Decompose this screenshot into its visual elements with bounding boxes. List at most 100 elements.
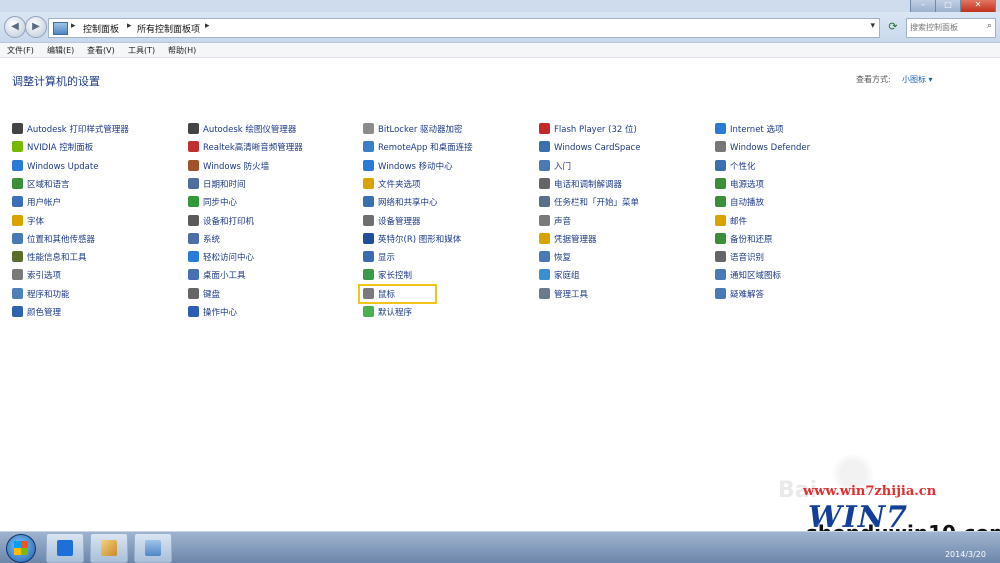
control-panel-item[interactable]: 电源选项	[715, 177, 764, 194]
control-panel-item[interactable]: 声音	[539, 214, 571, 231]
control-panel-item-icon	[715, 251, 726, 263]
back-button[interactable]: ◀	[4, 16, 26, 38]
control-panel-item-icon	[12, 177, 23, 189]
control-panel-item[interactable]: 邮件	[715, 214, 747, 231]
control-panel-item-label: 性能信息和工具	[27, 253, 87, 264]
control-panel-item[interactable]: 程序和功能	[12, 287, 70, 304]
control-panel-item-icon	[188, 251, 199, 263]
control-panel-item-icon	[12, 141, 23, 153]
control-panel-item-icon	[539, 196, 550, 208]
control-panel-item-icon	[188, 141, 199, 153]
control-panel-item[interactable]: 个性化	[715, 159, 756, 176]
control-panel-item[interactable]: NVIDIA 控制面板	[12, 141, 93, 157]
control-panel-item[interactable]: 键盘	[188, 287, 220, 304]
control-panel-item-label: 自动播放	[730, 198, 765, 209]
control-panel-item-label: Flash Player (32 位)	[554, 125, 637, 135]
control-panel-item[interactable]: 通知区域图标	[715, 269, 781, 285]
taskbar-app-1[interactable]	[46, 533, 84, 563]
control-panel-item[interactable]: 网络和共享中心	[363, 196, 438, 212]
breadcrumb-control-panel[interactable]: 控制面板	[83, 22, 119, 35]
control-panel-item[interactable]: 轻松访问中心	[188, 251, 254, 267]
control-panel-item[interactable]: 区域和语言	[12, 177, 70, 194]
control-panel-item[interactable]: 疑难解答	[715, 287, 764, 304]
control-panel-item[interactable]: 同步中心	[188, 196, 237, 212]
control-panel-item-icon	[188, 177, 199, 189]
control-panel-item[interactable]: Windows Update	[12, 159, 98, 176]
control-panel-item[interactable]: 管理工具	[539, 287, 588, 304]
search-input[interactable]	[907, 19, 982, 35]
control-panel-item[interactable]: 设备和打印机	[188, 214, 254, 231]
refresh-icon[interactable]: ⟳	[884, 18, 902, 36]
menu-tools[interactable]: 工具(T)	[128, 45, 155, 56]
menu-edit[interactable]: 编辑(E)	[47, 45, 74, 56]
control-panel-item[interactable]: 性能信息和工具	[12, 251, 87, 267]
control-panel-item[interactable]: Realtek高清晰音频管理器	[188, 141, 303, 157]
search-icon[interactable]: ⌕	[987, 21, 992, 31]
control-panel-item-icon	[715, 196, 726, 208]
control-panel-item-icon	[715, 287, 726, 299]
control-panel-item[interactable]: 设备管理器	[363, 214, 421, 231]
taskbar-control-panel[interactable]	[134, 533, 172, 563]
control-panel-item[interactable]: 用户帐户	[12, 196, 61, 212]
control-panel-item-label: 桌面小工具	[203, 271, 246, 282]
control-panel-item-label: 英特尔(R) 图形和媒体	[378, 234, 462, 245]
taskbar: 2014/3/20	[0, 531, 1000, 563]
breadcrumb-all-items[interactable]: 所有控制面板项	[137, 22, 200, 35]
control-panel-item[interactable]: 家庭组	[539, 269, 580, 285]
control-panel-item[interactable]: 桌面小工具	[188, 269, 246, 285]
control-panel-item[interactable]: 索引选项	[12, 269, 61, 285]
control-panel-item-icon	[188, 269, 199, 281]
control-panel-item-icon	[363, 196, 374, 208]
control-panel-item[interactable]: 显示	[363, 251, 395, 267]
control-panel-item[interactable]: Windows 移动中心	[363, 159, 453, 176]
view-by-dropdown[interactable]: 小图标 ▾	[902, 74, 933, 85]
menu-file[interactable]: 文件(F)	[7, 45, 34, 56]
taskbar-date: 2014/3/20	[944, 550, 986, 559]
menu-view[interactable]: 查看(V)	[87, 45, 115, 56]
search-box[interactable]: ⌕	[906, 18, 996, 38]
chevron-down-icon[interactable]: ▾	[870, 21, 875, 31]
control-panel-item[interactable]: 自动播放	[715, 196, 764, 212]
control-panel-item[interactable]: 家长控制	[363, 269, 412, 285]
control-panel-item-label: 索引选项	[27, 271, 62, 282]
control-panel-item[interactable]: Windows 防火墙	[188, 159, 269, 176]
control-panel-item[interactable]: 电话和调制解调器	[539, 177, 622, 194]
taskbar-app-2[interactable]	[90, 533, 128, 563]
forward-button[interactable]: ▶	[25, 16, 47, 38]
app-icon	[57, 540, 73, 556]
control-panel-item[interactable]: 语音识别	[715, 251, 764, 267]
control-panel-item[interactable]: 英特尔(R) 图形和媒体	[363, 232, 462, 249]
control-panel-item[interactable]: Windows Defender	[715, 141, 810, 157]
control-panel-item[interactable]: 操作中心	[188, 306, 237, 322]
control-panel-item-label: 位置和其他传感器	[27, 234, 96, 245]
control-panel-item[interactable]: 恢复	[539, 251, 571, 267]
control-panel-item[interactable]: Flash Player (32 位)	[539, 123, 637, 139]
control-panel-item[interactable]: 默认程序	[363, 306, 412, 322]
control-panel-item[interactable]: 系统	[188, 232, 220, 249]
control-panel-item[interactable]: 入门	[539, 159, 571, 176]
control-panel-item[interactable]: 颜色管理	[12, 306, 61, 322]
control-panel-item[interactable]: 日期和时间	[188, 177, 246, 194]
control-panel-item[interactable]: 字体	[12, 214, 44, 231]
control-panel-item[interactable]: Autodesk 打印样式管理器	[12, 123, 129, 139]
control-panel-item[interactable]: 凭据管理器	[539, 232, 597, 249]
control-panel-item[interactable]: 位置和其他传感器	[12, 232, 96, 249]
window-caption: – □ ✕	[0, 0, 1000, 13]
chevron-right-icon: ▸	[127, 21, 132, 31]
control-panel-item[interactable]: 文件夹选项	[363, 177, 421, 194]
watermark-url-1: www.win7zhijia.cn	[803, 484, 937, 499]
windows-logo-icon	[14, 541, 28, 555]
menu-help[interactable]: 帮助(H)	[168, 45, 196, 56]
control-panel-item-icon	[539, 251, 550, 263]
control-panel-item[interactable]: RemoteApp 和桌面连接	[363, 141, 473, 157]
control-panel-item[interactable]: Internet 选项	[715, 123, 783, 139]
control-panel-item[interactable]: Windows CardSpace	[539, 141, 640, 157]
control-panel-item[interactable]: 任务栏和「开始」菜单	[539, 196, 639, 212]
control-panel-item[interactable]: BitLocker 驱动器加密	[363, 123, 463, 139]
control-panel-item[interactable]: 备份和还原	[715, 232, 773, 249]
control-panel-item[interactable]: Autodesk 绘图仪管理器	[188, 123, 296, 139]
control-panel-item-icon	[539, 214, 550, 226]
control-panel-item-label: 备份和还原	[730, 234, 773, 245]
start-button[interactable]	[6, 534, 36, 563]
breadcrumb[interactable]: ▸ 控制面板 ▸ 所有控制面板项 ▸ ▾	[48, 18, 880, 38]
